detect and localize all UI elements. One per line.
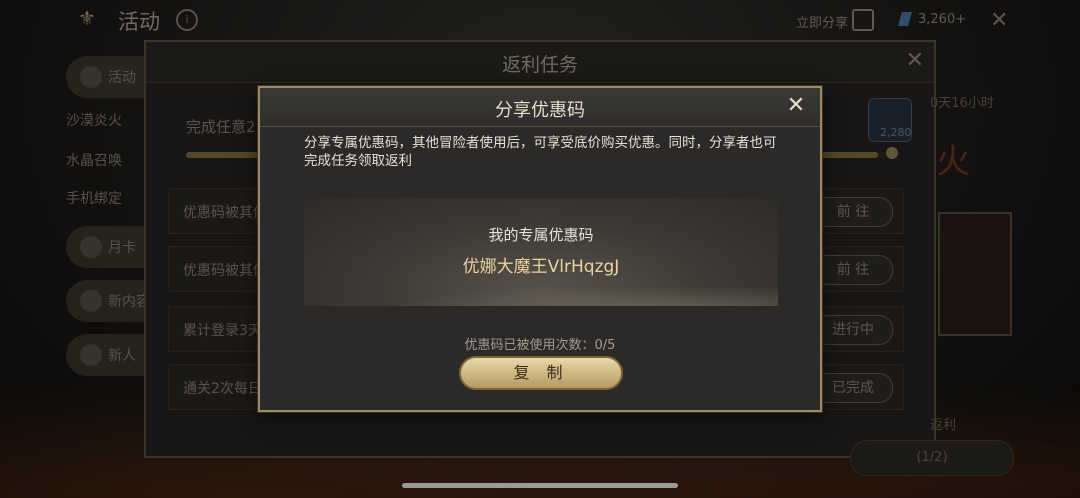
share-code-modal: 分享优惠码 ✕ 分享专属优惠码，其他冒险者使用后，可享受底价购买优惠。同时，分享… xyxy=(258,86,822,412)
code-heading: 我的专属优惠码 xyxy=(488,226,594,244)
code-card: 我的专属优惠码 优娜大魔王VlrHqzgJ xyxy=(304,198,778,306)
modal-header: 分享优惠码 ✕ xyxy=(260,88,820,127)
modal-description: 分享专属优惠码，其他冒险者使用后，可享受底价购买优惠。同时，分享者也可完成任务领… xyxy=(304,135,777,169)
modal-title: 分享优惠码 xyxy=(495,100,585,121)
home-indicator[interactable] xyxy=(402,483,678,488)
promo-code-value: 优娜大魔王VlrHqzgJ xyxy=(462,257,620,277)
close-icon[interactable]: ✕ xyxy=(782,92,810,120)
copy-button[interactable]: 复 制 xyxy=(459,356,623,390)
usage-count: 优惠码已被使用次数：0/5 xyxy=(464,338,616,353)
